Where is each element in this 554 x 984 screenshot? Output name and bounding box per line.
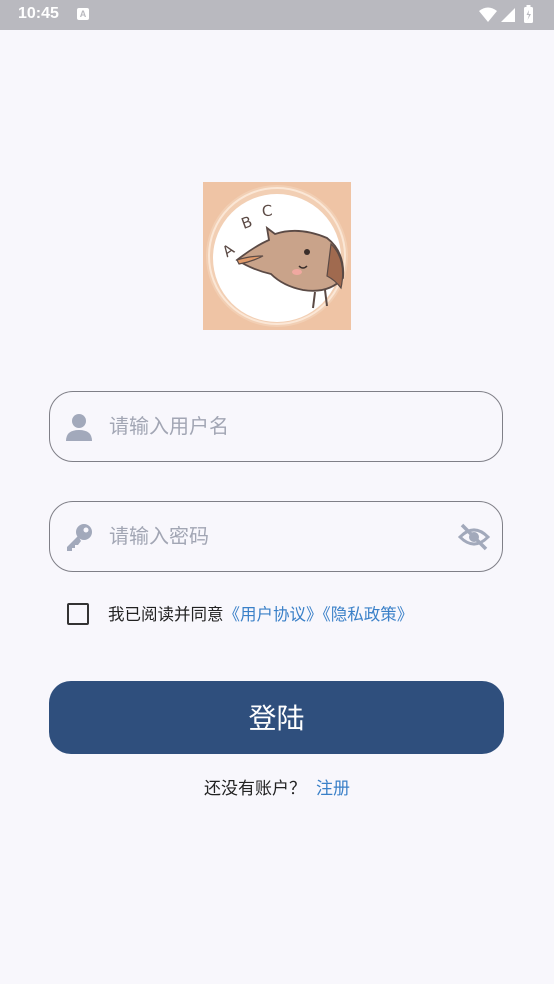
eye-off-icon[interactable]	[458, 522, 490, 552]
signal-icon	[501, 8, 515, 22]
battery-icon	[524, 5, 533, 23]
agreement-row: 我已阅读并同意《用户协议》《隐私政策》	[67, 603, 487, 627]
status-time: 10:45	[18, 5, 59, 22]
agreement-text: 我已阅读并同意《用户协议》《隐私政策》	[108, 603, 413, 627]
logo-letter-c: C	[261, 201, 273, 220]
username-field[interactable]	[49, 391, 503, 462]
notification-glyph: A	[79, 9, 87, 19]
key-icon	[67, 524, 92, 551]
status-bar: 10:45 A	[0, 0, 554, 30]
user-agreement-link[interactable]: 《用户协议》	[224, 605, 323, 624]
person-icon	[66, 414, 92, 441]
agreement-prefix: 我已阅读并同意	[108, 605, 224, 624]
notification-icon: A	[77, 8, 89, 20]
logo-illustration: A B C	[203, 182, 351, 330]
username-input[interactable]	[109, 392, 439, 460]
password-field[interactable]	[49, 501, 503, 572]
password-input[interactable]	[109, 502, 439, 570]
login-button[interactable]: 登陆	[49, 681, 504, 754]
register-link[interactable]: 注册	[316, 779, 350, 799]
status-icons	[479, 5, 533, 23]
register-prompt: 还没有账户？	[204, 779, 306, 799]
wifi-icon	[479, 7, 497, 22]
privacy-policy-link[interactable]: 《隐私政策》	[323, 605, 414, 624]
register-row: 还没有账户？ 注册	[0, 776, 554, 802]
agreement-checkbox[interactable]	[67, 603, 89, 625]
app-logo: A B C	[203, 182, 351, 330]
